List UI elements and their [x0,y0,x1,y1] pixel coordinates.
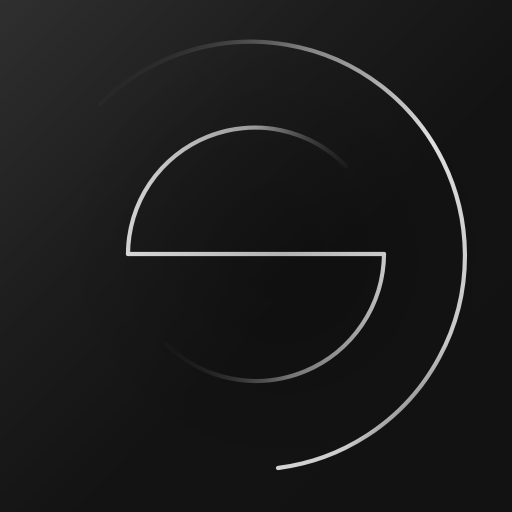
logo-mark-icon [97,39,467,471]
app-icon-background [0,0,512,512]
inner-upper-arc [125,125,349,257]
inner-lower-arc [163,251,387,384]
